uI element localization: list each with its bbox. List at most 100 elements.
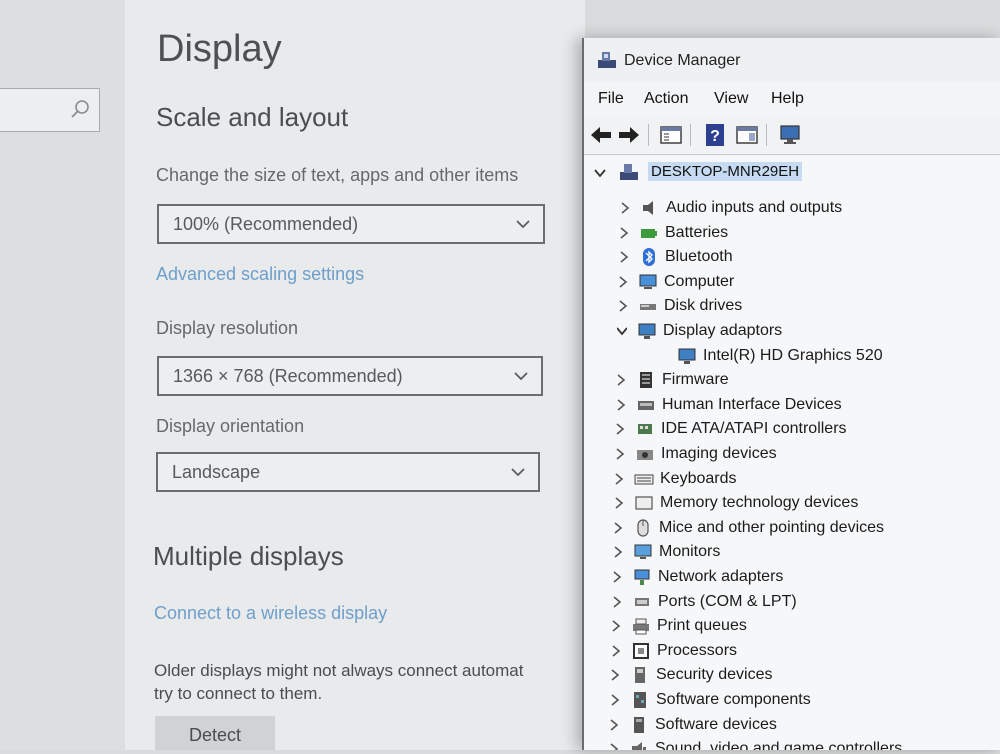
tree-item-label: Batteries (665, 224, 729, 241)
menu-bar: File Action View Help (584, 86, 1000, 116)
tree-item[interactable]: Computer (618, 270, 984, 294)
tree-item[interactable]: Bluetooth (619, 245, 984, 269)
chevron-right-icon[interactable] (615, 448, 625, 460)
tree-item[interactable]: Security devices (610, 663, 984, 687)
wireless-display-link[interactable]: Connect to a wireless display (154, 603, 387, 624)
chevron-right-icon[interactable] (613, 546, 623, 558)
tree-item[interactable]: Software devices (609, 713, 984, 737)
tree-item[interactable]: Ports (COM & LPT) (612, 590, 984, 614)
chevron-right-icon[interactable] (618, 300, 628, 312)
computer-name: DESKTOP-MNR29EH (648, 162, 803, 181)
tree-item[interactable]: Human Interface Devices (616, 393, 984, 417)
speaker-icon (643, 201, 653, 215)
device-manager-icon (598, 52, 616, 68)
tree-item[interactable]: Keyboards (614, 467, 984, 491)
tree-item[interactable]: Sound, video and game controllers (609, 737, 984, 750)
orientation-dropdown[interactable]: Landscape (156, 452, 540, 492)
tree-item[interactable]: Firmware (616, 368, 984, 392)
scan-hardware-icon[interactable] (778, 122, 804, 148)
tree-item[interactable]: Processors (611, 639, 984, 663)
search-input[interactable] (0, 88, 100, 132)
tree-item-label: Bluetooth (665, 248, 733, 265)
back-arrow-icon[interactable] (588, 122, 614, 148)
tree-item-label: Network adapters (658, 568, 784, 585)
menu-help[interactable]: Help (771, 90, 804, 108)
menu-action[interactable]: Action (644, 90, 688, 108)
tree-item-label: Processors (657, 642, 738, 659)
disk-drive-icon (640, 304, 656, 310)
software-device-icon (634, 717, 644, 733)
resolution-label: Display resolution (156, 318, 299, 338)
tree-item-label: Audio inputs and outputs (666, 199, 843, 216)
chevron-right-icon[interactable] (614, 497, 624, 509)
tree-child-item[interactable]: Intel(R) HD Graphics 520 (657, 344, 984, 368)
advanced-scaling-link[interactable]: Advanced scaling settings (156, 264, 364, 285)
chevron-right-icon[interactable] (610, 694, 620, 706)
chevron-right-icon[interactable] (611, 645, 621, 657)
resolution-dropdown-value: 1366 × 768 (Recommended) (173, 366, 403, 386)
chevron-right-icon[interactable] (618, 276, 628, 288)
chevron-right-icon[interactable] (613, 522, 623, 534)
multiple-displays-heading: Multiple displays (153, 541, 344, 571)
tree-item[interactable]: Monitors (613, 540, 984, 564)
chevron-right-icon[interactable] (609, 743, 619, 750)
chevron-down-icon[interactable] (617, 325, 627, 337)
chevron-right-icon[interactable] (616, 399, 626, 411)
chevron-right-icon[interactable] (612, 596, 622, 608)
scale-dropdown[interactable]: 100% (Recommended) (157, 204, 545, 244)
properties-icon[interactable] (658, 122, 684, 148)
device-manager-window: Device Manager File Action View Help ? D… (582, 38, 1000, 750)
tree-item-label: Intel(R) HD Graphics 520 (703, 347, 883, 364)
chevron-right-icon[interactable] (614, 473, 624, 485)
detect-button[interactable]: Detect (155, 716, 275, 750)
bluetooth-icon (643, 248, 655, 266)
older-displays-text: Older displays might not always connect … (154, 661, 524, 680)
memory-icon (635, 496, 653, 510)
tree-item[interactable]: IDE ATA/ATAPI controllers (615, 417, 984, 441)
tree-item[interactable]: Batteries (619, 221, 984, 245)
tree-item[interactable]: Software components (610, 688, 984, 712)
search-icon[interactable] (69, 99, 91, 121)
menu-file[interactable]: File (598, 90, 624, 108)
tree-item-label: Computer (664, 273, 735, 290)
printer-icon (633, 618, 649, 635)
help-icon[interactable]: ? (702, 122, 728, 148)
computer-icon (639, 274, 657, 289)
menu-view[interactable]: View (714, 90, 748, 108)
chevron-right-icon[interactable] (609, 719, 619, 731)
chevron-down-icon (516, 220, 530, 229)
resolution-dropdown[interactable]: 1366 × 768 (Recommended) (157, 356, 543, 396)
tree-item-label: Firmware (662, 371, 729, 388)
tree-item[interactable]: Disk drives (618, 294, 984, 318)
tree-item-label: Monitors (659, 543, 721, 560)
chevron-right-icon[interactable] (619, 251, 629, 263)
tree-item-label: Disk drives (664, 297, 743, 314)
tree-item[interactable]: Display adaptors (617, 319, 984, 343)
tree-item[interactable]: Network adapters (612, 565, 984, 589)
chevron-right-icon[interactable] (620, 202, 630, 214)
hid-icon (638, 401, 654, 410)
chevron-right-icon[interactable] (616, 374, 626, 386)
orientation-label: Display orientation (156, 416, 305, 436)
details-pane-icon[interactable] (734, 122, 760, 148)
network-icon (634, 569, 650, 585)
tree-item[interactable]: Imaging devices (615, 442, 984, 466)
forward-arrow-icon[interactable] (616, 122, 642, 148)
camera-icon (637, 450, 653, 460)
tree-item[interactable]: Print queues (611, 614, 984, 638)
title-bar[interactable]: Device Manager (584, 38, 1000, 82)
page-title: Display (157, 28, 282, 70)
tree-item-label: Print queues (657, 617, 747, 634)
chevron-right-icon[interactable] (611, 620, 621, 632)
chevron-right-icon[interactable] (619, 227, 629, 239)
chevron-right-icon[interactable] (615, 423, 625, 435)
settings-sidebar (0, 0, 125, 750)
tree-item[interactable]: Memory technology devices (614, 491, 984, 515)
tree-item[interactable]: Mice and other pointing devices (613, 516, 984, 540)
chevron-right-icon[interactable] (612, 571, 622, 583)
chevron-right-icon[interactable] (610, 669, 620, 681)
tree-item-label: Memory technology devices (660, 494, 859, 511)
chevron-down-icon[interactable] (594, 168, 606, 178)
tree-item[interactable]: Audio inputs and outputs (620, 196, 984, 220)
tree-item-label: IDE ATA/ATAPI controllers (661, 420, 847, 437)
